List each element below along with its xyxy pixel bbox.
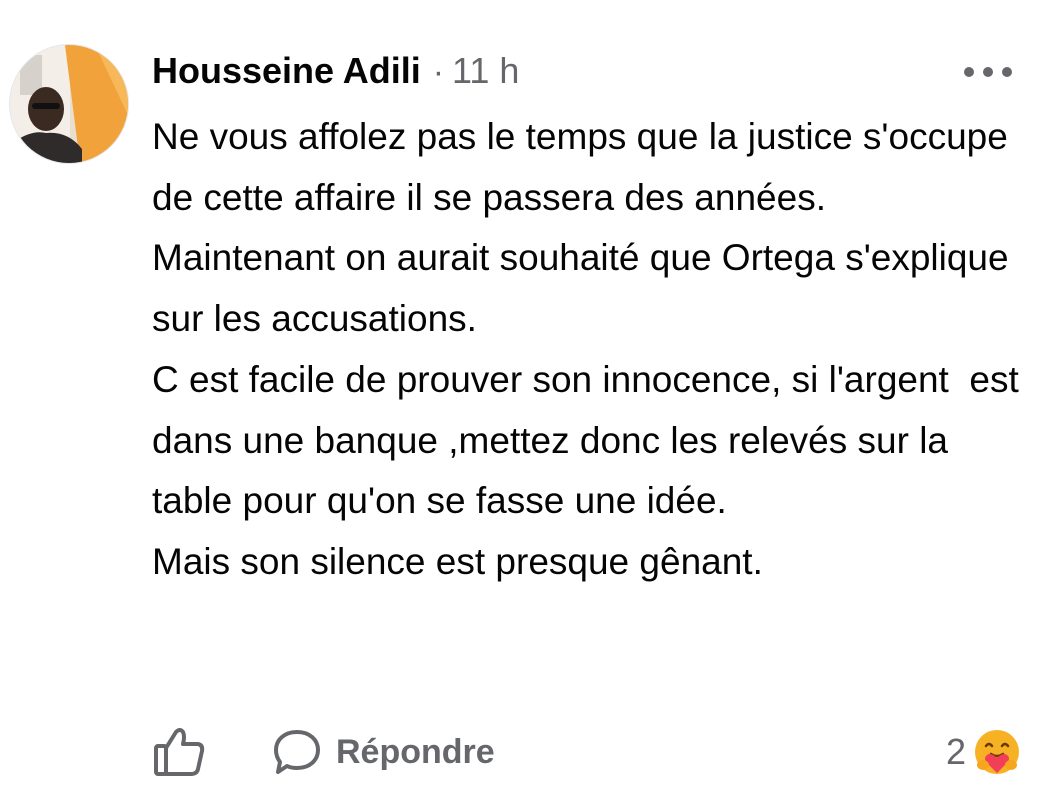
like-button[interactable] [152,726,206,778]
reply-button[interactable]: Répondre [272,726,495,778]
dot [964,67,974,77]
avatar-photo [10,45,128,163]
comment-body: Ne vous affolez pas le temps que la just… [152,107,1032,593]
reaction-summary[interactable]: 2 [946,722,1022,782]
thumbs-up-icon [154,728,205,776]
separator-dot: · [432,53,445,91]
comment-paragraph: C est facile de prouver son innocence, s… [152,358,1030,522]
dot [983,67,993,77]
comment-header: Housseine Adili · 11 h [152,50,519,100]
reaction-count: 2 [945,731,966,772]
comment-paragraph: Ne vous affolez pas le temps que la just… [152,116,1019,218]
comment-paragraph: Maintenant on aurait souhaité que Ortega… [152,237,1019,340]
author-avatar[interactable] [9,44,129,164]
author-name[interactable]: Housseine Adili [152,50,421,92]
more-options-icon[interactable] [964,60,1012,84]
dot [1002,67,1012,77]
care-emoji-icon [975,730,1019,774]
comment-paragraph: Mais son silence est presque gênant. [152,540,763,582]
comment-actions: Répondre 2 [152,722,1022,782]
reply-label: Répondre [336,732,495,771]
comment-timestamp[interactable]: 11 h [452,50,519,92]
speech-bubble-icon [274,730,320,774]
